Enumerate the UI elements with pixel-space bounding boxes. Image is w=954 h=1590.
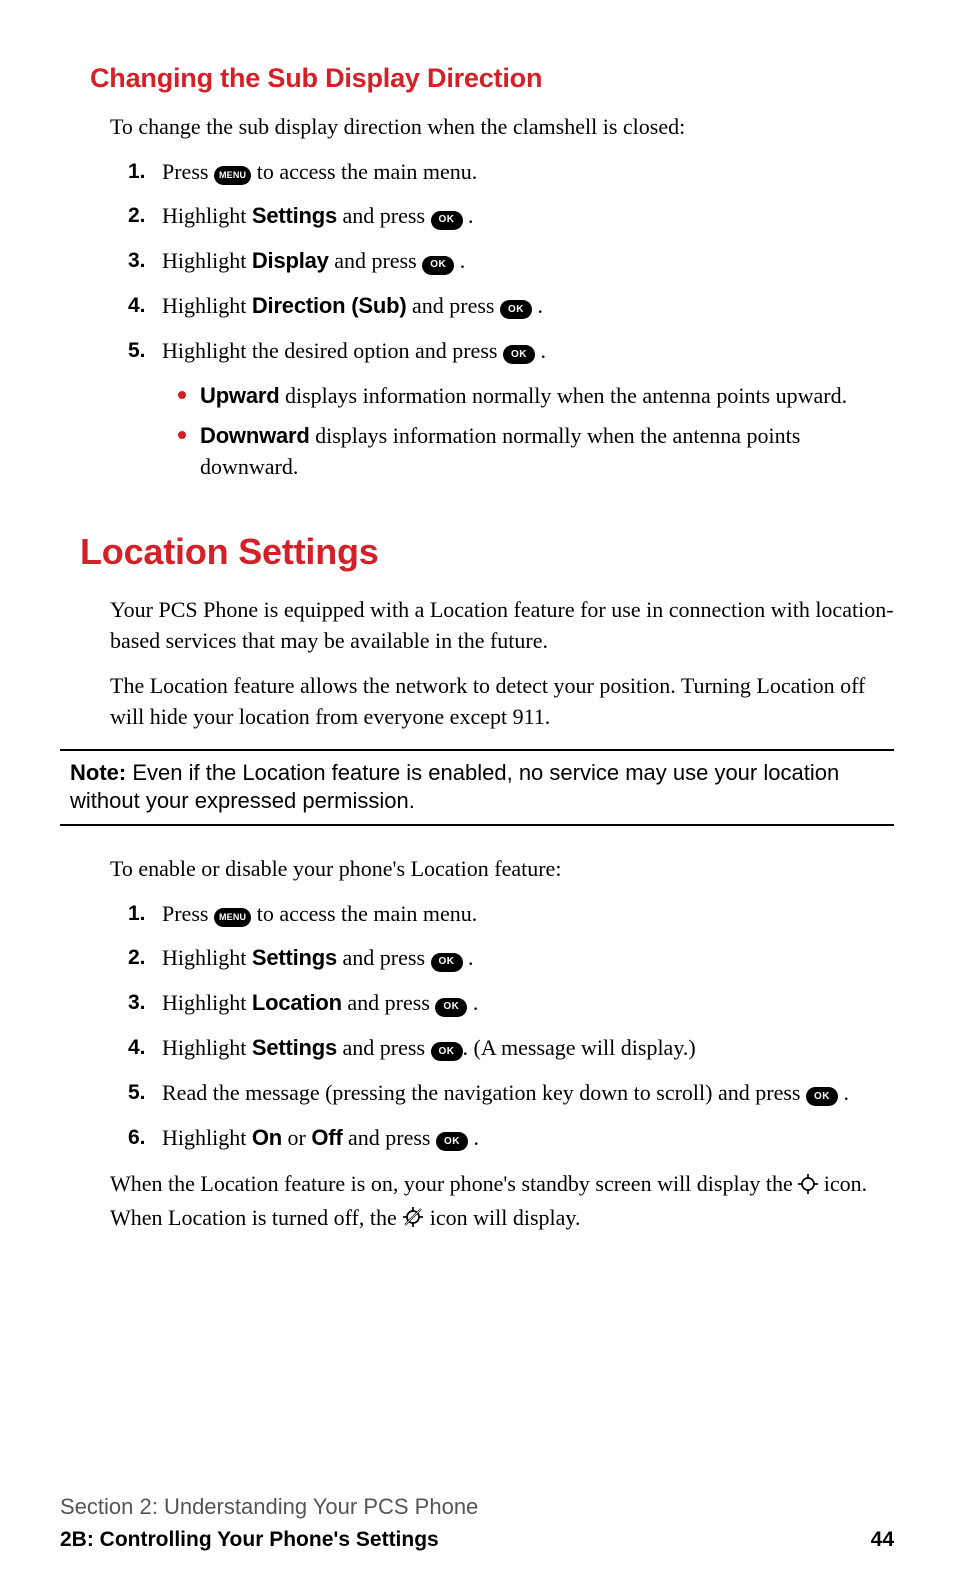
ok-button-icon: OK [806,1087,838,1106]
step-text: to access the main menu. [251,159,477,184]
intro-text: To change the sub display direction when… [110,112,894,143]
closing-paragraph: When the Location feature is on, your ph… [110,1169,894,1237]
closing-text: When the Location feature is on, your ph… [110,1171,798,1196]
step-text: Highlight [162,1035,252,1060]
step-number: 2. [128,943,146,972]
highlight-term: Direction (Sub) [252,293,407,318]
ok-button-icon: OK [500,300,532,319]
step-text: and press [342,990,435,1015]
note-text: Even if the Location feature is enabled,… [70,760,839,814]
step-text: Highlight [162,293,252,318]
paragraph: Your PCS Phone is equipped with a Locati… [110,595,894,657]
sub-heading: Changing the Sub Display Direction [90,60,894,98]
ok-button-icon: OK [503,345,535,364]
step-number: 1. [128,157,146,186]
step-item: 4. Highlight Direction (Sub) and press O… [162,291,894,322]
highlight-term: Downward [200,423,310,448]
footer-section-line: Section 2: Understanding Your PCS Phone [60,1492,894,1523]
step-text: Highlight [162,1125,252,1150]
step-item: 1. Press MENU to access the main menu. [162,899,894,930]
step-number: 4. [128,1033,146,1062]
ok-button-icon: OK [435,998,467,1017]
ok-button-icon: OK [436,1132,468,1151]
step-item: 2. Highlight Settings and press OK . [162,943,894,974]
step-text: Press [162,159,214,184]
main-heading: Location Settings [80,527,894,577]
step-item: 4. Highlight Settings and press OK. (A m… [162,1033,894,1064]
step-number: 6. [128,1123,146,1152]
step-text: Press [162,901,214,926]
ok-button-icon: OK [431,211,463,230]
footer-chapter: 2B: Controlling Your Phone's Settings [60,1525,439,1554]
step-text: or [282,1125,311,1150]
step-text: . [473,1125,479,1150]
step-text: . [473,990,479,1015]
closing-text: icon will display. [430,1205,581,1230]
step-text: Highlight [162,945,252,970]
step-number: 5. [128,336,146,365]
step-number: 3. [128,988,146,1017]
highlight-term: Settings [252,945,337,970]
step-text: . [540,338,546,363]
menu-button-icon: MENU [214,166,251,185]
step-text: to access the main menu. [251,901,477,926]
step-text: and press [337,203,430,228]
steps-list-2: 1. Press MENU to access the main menu. 2… [162,899,894,1154]
step-text: . [468,945,474,970]
step-number: 3. [128,246,146,275]
step-text: . [468,203,474,228]
step-text: and press [337,1035,430,1060]
step-text: . [460,248,466,273]
step-text: Read the message (pressing the navigatio… [162,1080,806,1105]
step-text: Highlight [162,990,252,1015]
step-text: . (A message will display.) [463,1035,696,1060]
step-number: 2. [128,201,146,230]
step-text: and press [337,945,430,970]
bullet-item: Upward displays information normally whe… [200,381,894,412]
highlight-term: Upward [200,383,279,408]
step-item: 3. Highlight Display and press OK . [162,246,894,277]
menu-button-icon: MENU [214,908,251,927]
highlight-term: Settings [252,1035,337,1060]
highlight-term: Settings [252,203,337,228]
step-item: 5. Read the message (pressing the naviga… [162,1078,894,1109]
step-text: Highlight [162,203,252,228]
location-off-icon [402,1206,424,1237]
step-item: 1. Press MENU to access the main menu. [162,157,894,188]
step-item: 5. Highlight the desired option and pres… [162,336,894,483]
step-text: Highlight [162,248,252,273]
step-text: and press [343,1125,436,1150]
page-number: 44 [871,1525,894,1554]
highlight-term: Display [252,248,329,273]
highlight-term: Location [252,990,342,1015]
step-number: 1. [128,899,146,928]
bullet-list: Upward displays information normally whe… [200,381,894,483]
step-text: . [843,1080,849,1105]
ok-button-icon: OK [431,1042,463,1061]
step-number: 5. [128,1078,146,1107]
step-item: 6. Highlight On or Off and press OK . [162,1123,894,1154]
note-box: Note: Even if the Location feature is en… [60,749,894,826]
step-item: 3. Highlight Location and press OK . [162,988,894,1019]
location-on-icon [798,1172,818,1203]
step-item: 2. Highlight Settings and press OK . [162,201,894,232]
step-text: and press [407,293,500,318]
intro-text: To enable or disable your phone's Locati… [110,854,894,885]
bullet-item: Downward displays information normally w… [200,421,894,483]
paragraph: The Location feature allows the network … [110,671,894,733]
step-number: 4. [128,291,146,320]
highlight-term: On [252,1125,282,1150]
step-text: Highlight the desired option and press [162,338,503,363]
bullet-text: displays information normally when the a… [279,383,847,408]
steps-list-1: 1. Press MENU to access the main menu. 2… [162,157,894,483]
ok-button-icon: OK [422,256,454,275]
step-text: . [538,293,544,318]
page-footer: Section 2: Understanding Your PCS Phone … [60,1492,894,1554]
highlight-term: Off [311,1125,342,1150]
note-label: Note: [70,760,126,785]
step-text: and press [329,248,422,273]
ok-button-icon: OK [431,953,463,972]
